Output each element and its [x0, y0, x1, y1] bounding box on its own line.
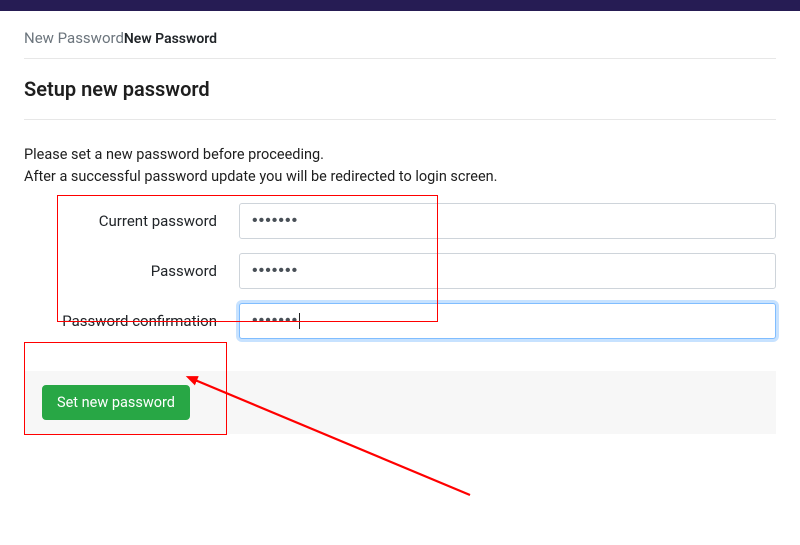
action-bar: Set new password — [24, 371, 776, 434]
page-title: Setup new password — [24, 59, 776, 120]
content: New Password New Password Setup new pass… — [0, 11, 800, 434]
top-bar — [0, 0, 800, 11]
breadcrumb: New Password New Password — [24, 23, 776, 59]
set-new-password-button[interactable]: Set new password — [42, 385, 190, 420]
password-confirmation-input[interactable]: ••••••• — [239, 303, 776, 339]
intro-line-1: Please set a new password before proceed… — [24, 144, 776, 166]
current-password-label: Current password — [24, 212, 239, 230]
password-confirmation-row: Password confirmation ••••••• — [24, 303, 776, 339]
intro-text: Please set a new password before proceed… — [24, 144, 776, 189]
password-confirmation-label: Password confirmation — [24, 312, 239, 330]
password-row: Password — [24, 253, 776, 289]
password-input[interactable] — [239, 253, 776, 289]
current-password-input[interactable] — [239, 203, 776, 239]
password-label: Password — [24, 262, 239, 280]
breadcrumb-current: New Password — [124, 31, 217, 48]
password-form: Current password Password Password confi… — [24, 203, 776, 339]
current-password-row: Current password — [24, 203, 776, 239]
text-caret — [299, 313, 300, 329]
intro-line-2: After a successful password update you w… — [24, 166, 776, 188]
breadcrumb-parent[interactable]: New Password — [24, 29, 124, 47]
